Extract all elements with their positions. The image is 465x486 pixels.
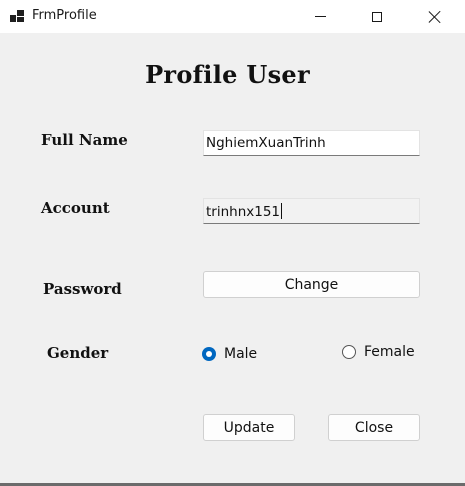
radio-unchecked-icon (342, 345, 356, 359)
change-password-button[interactable]: Change (203, 271, 420, 298)
update-button[interactable]: Update (203, 414, 295, 441)
radio-checked-icon (202, 347, 216, 361)
full-name-value: NghiemXuanTrinh (206, 135, 326, 151)
gender-label: Gender (47, 344, 109, 362)
maximize-button[interactable] (354, 0, 400, 33)
profile-window: FrmProfile Profile User Full Name Nghiem… (0, 0, 465, 486)
minimize-icon (314, 16, 326, 17)
gender-male-radio[interactable]: Male (202, 346, 257, 362)
password-label: Password (43, 280, 122, 298)
window-close-button[interactable] (412, 0, 458, 33)
maximize-icon (372, 11, 382, 22)
gender-male-label: Male (224, 346, 258, 362)
title-bar[interactable]: FrmProfile (0, 0, 465, 33)
window-title: FrmProfile (32, 8, 97, 23)
gender-female-label: Female (364, 344, 415, 360)
minimize-button[interactable] (297, 0, 343, 33)
full-name-field[interactable]: NghiemXuanTrinh (203, 130, 420, 156)
close-icon (428, 10, 442, 24)
gender-female-radio[interactable]: Female (342, 344, 415, 360)
full-name-label: Full Name (41, 131, 128, 149)
text-caret (281, 203, 283, 219)
account-field[interactable]: trinhnx151 (203, 198, 420, 224)
page-title: Profile User (145, 60, 310, 89)
account-label: Account (41, 199, 110, 217)
account-value: trinhnx151 (206, 204, 281, 220)
close-button[interactable]: Close (328, 414, 420, 441)
app-form-icon (10, 10, 24, 22)
